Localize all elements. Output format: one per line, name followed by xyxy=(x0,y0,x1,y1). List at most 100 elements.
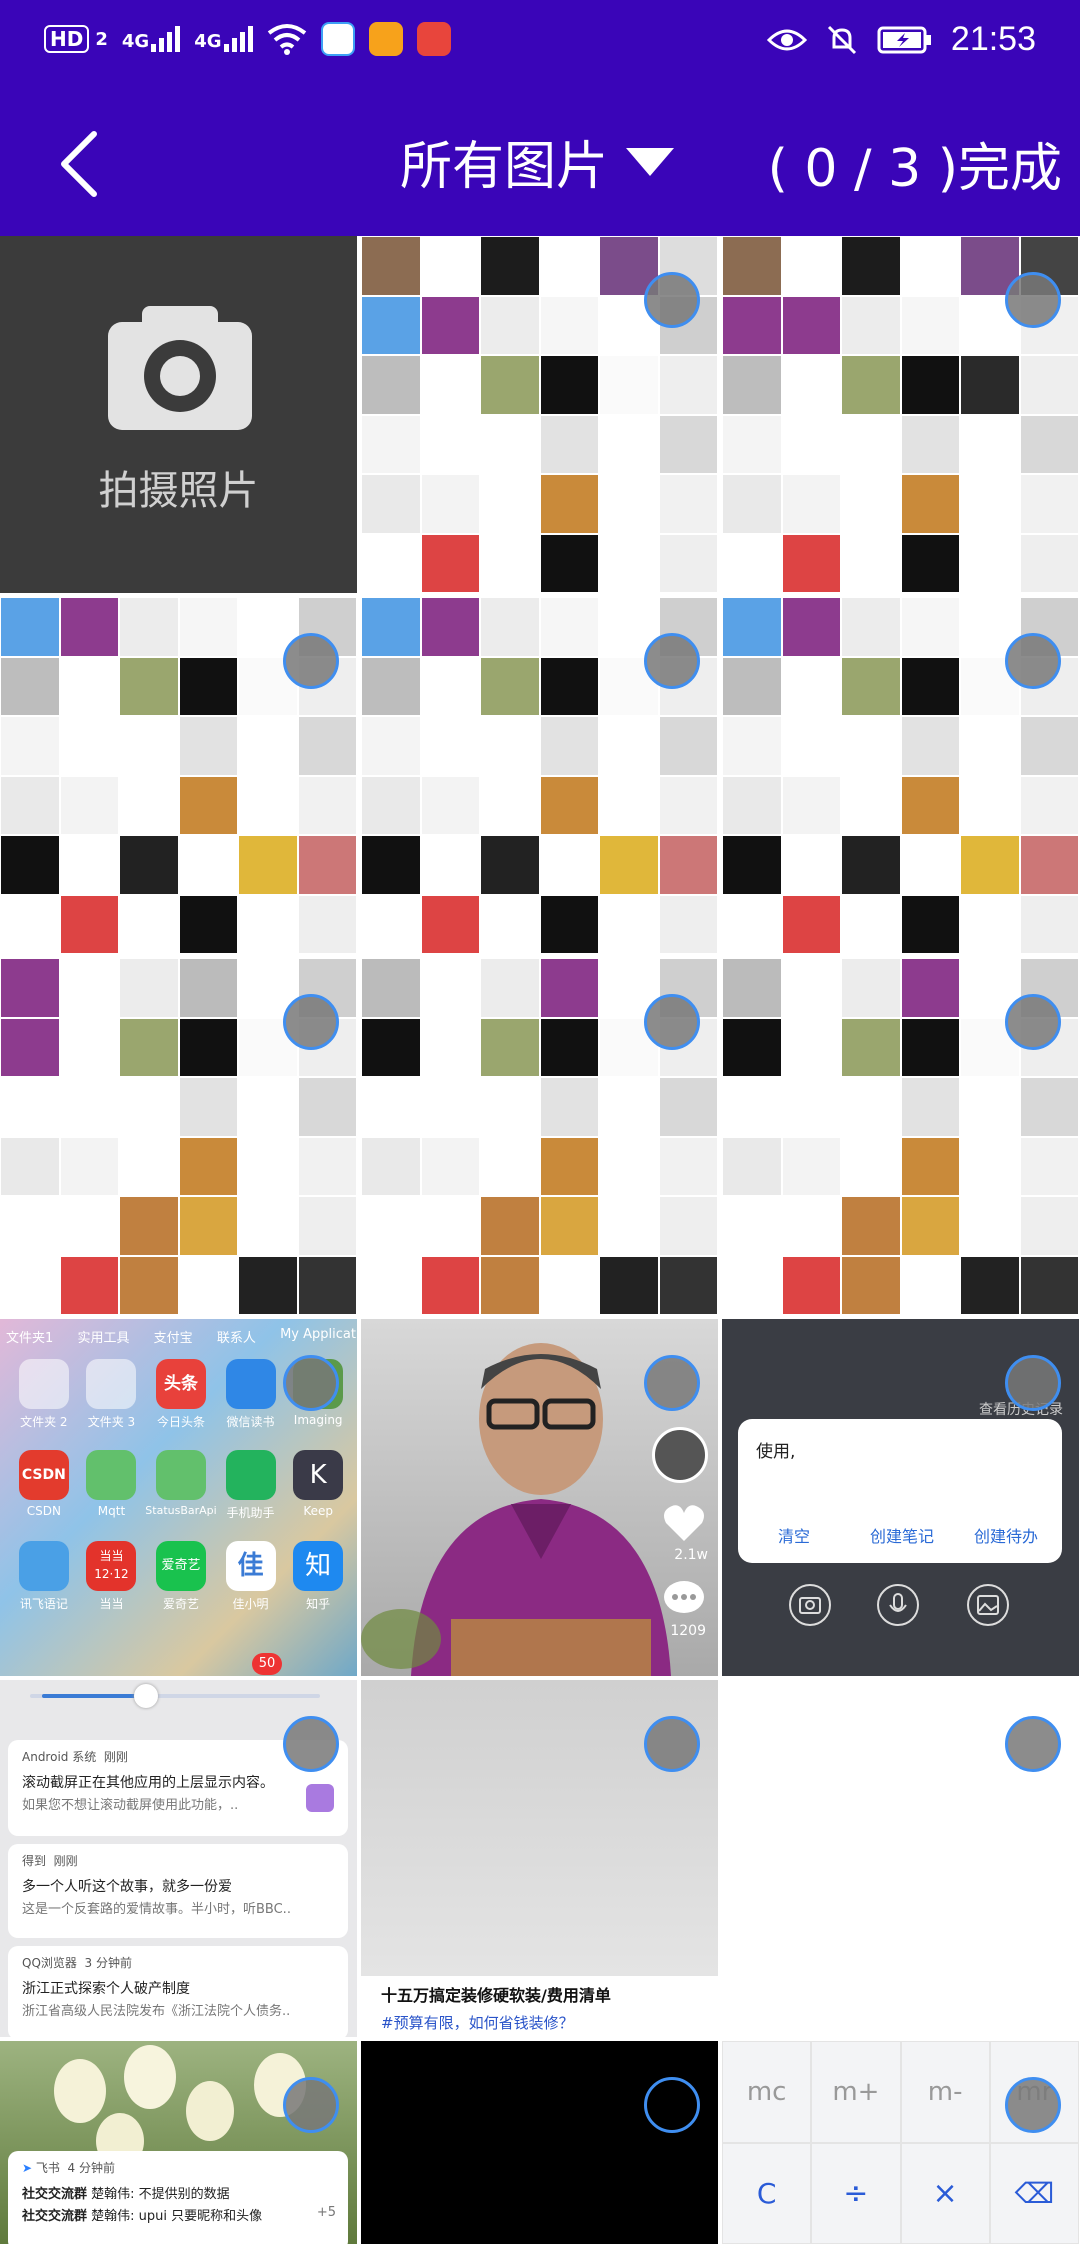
photo-thumbnail[interactable] xyxy=(0,958,357,1315)
signal-1-icon: 4G xyxy=(121,26,181,52)
status-left-icons: HD 2 4G 4G xyxy=(44,22,451,56)
like-count: 2.1w xyxy=(674,1547,708,1563)
photo-thumbnail[interactable] xyxy=(722,1680,1079,2037)
done-button[interactable]: ( 0 / 3 )完成 xyxy=(768,126,1062,201)
comment-icon xyxy=(664,1581,704,1613)
photo-thumbnail[interactable]: 文件夹1 实用工具 支付宝 联系人 My Applicat 文件夹 2 文件夹 … xyxy=(0,1319,357,1676)
select-circle[interactable] xyxy=(1005,1716,1061,1772)
comment-count: 1209 xyxy=(670,1623,706,1639)
select-circle[interactable] xyxy=(1005,1355,1061,1411)
note-input: 使用, xyxy=(756,1442,796,1462)
photo-thumbnail[interactable]: 查看历史记录 使用, 清空 创建笔记 创建待办 xyxy=(722,1319,1079,1676)
select-circle[interactable] xyxy=(644,1716,700,1772)
camera-icon xyxy=(789,1584,831,1626)
select-circle[interactable] xyxy=(1005,2077,1061,2133)
select-circle[interactable] xyxy=(1005,633,1061,689)
image-icon xyxy=(967,1584,1009,1626)
app-toutiao: 头条 今日头条 xyxy=(145,1359,216,1430)
photo-thumbnail[interactable] xyxy=(0,597,357,954)
battery-charging-icon xyxy=(877,26,931,53)
app-label: 支付宝 xyxy=(153,1331,193,1346)
create-todo-button: 创建待办 xyxy=(974,1527,1039,1546)
back-button[interactable] xyxy=(50,128,110,200)
photo-thumbnail[interactable]: 十五万搞定装修硬软装/费用清单 #预算有限，如何省钱装修？ xyxy=(361,1680,718,2037)
select-circle[interactable] xyxy=(644,272,700,328)
slider-thumb xyxy=(134,1684,158,1708)
network-type-1: 4G xyxy=(121,31,150,52)
photo-thumbnail[interactable]: ➤ 飞书 4 分钟前 社交交流群 楚翰伟: 不提供别的数据 社交交流群 楚翰伟:… xyxy=(0,2041,357,2244)
dropdown-triangle-icon xyxy=(626,147,675,176)
select-circle[interactable] xyxy=(644,994,700,1050)
clock: 21:53 xyxy=(950,20,1036,58)
app-phone-assistant: 手机助手 xyxy=(217,1450,285,1521)
app-keep: K Keep xyxy=(284,1450,352,1521)
app-label: 文件夹1 xyxy=(6,1331,54,1346)
status-right-icons: 21:53 xyxy=(766,20,1036,59)
hd-voice-icon: HD xyxy=(44,25,90,53)
select-circle[interactable] xyxy=(1005,272,1061,328)
microphone-icon xyxy=(877,1584,919,1626)
notification-app-icon-1 xyxy=(320,22,355,56)
photo-thumbnail[interactable] xyxy=(722,597,1079,954)
select-circle[interactable] xyxy=(283,2077,339,2133)
select-circle[interactable] xyxy=(283,1716,339,1772)
notification-app-icon-3 xyxy=(416,22,451,56)
album-selector[interactable]: 所有图片 xyxy=(400,124,675,199)
photo-thumbnail[interactable] xyxy=(722,236,1079,593)
select-circle[interactable] xyxy=(644,633,700,689)
eye-comfort-icon xyxy=(766,29,807,50)
create-note-button: 创建笔记 xyxy=(870,1527,935,1546)
app-bar: 所有图片 ( 0 / 3 )完成 xyxy=(0,88,1080,236)
photo-thumbnail[interactable] xyxy=(361,958,718,1315)
page-title: 所有图片 xyxy=(400,137,609,197)
article-title: 十五万搞定装修硬软装/费用清单 xyxy=(381,1986,611,2005)
select-circle[interactable] xyxy=(644,2077,700,2133)
photo-thumbnail[interactable] xyxy=(722,958,1079,1315)
notification-badge: 50 xyxy=(252,1653,282,1675)
photo-thumbnail[interactable]: 2.1w 1209 xyxy=(361,1319,718,1676)
signal-2-icon: 4G xyxy=(194,26,253,52)
notification-card: ➤ 飞书 4 分钟前 社交交流群 楚翰伟: 不提供别的数据 社交交流群 楚翰伟:… xyxy=(8,2151,348,2244)
take-photo-cell[interactable]: 拍摄照片 xyxy=(0,236,357,593)
photo-thumbnail[interactable] xyxy=(361,236,718,593)
photo-thumbnail[interactable]: Android 系统 刚刚 滚动截屏正在其他应用的上层显示内容。 如果您不想让滚… xyxy=(0,1680,357,2037)
photo-grid: 拍摄照片 文件夹1 实用工具 支付宝 联系人 My Applicat 文件夹 2… xyxy=(0,236,1080,2244)
notification-app-icon-2 xyxy=(368,22,403,56)
app-csdn: CSDN CSDN xyxy=(10,1450,78,1521)
app-mqtt: Mqtt xyxy=(78,1450,146,1521)
take-photo-label: 拍摄照片 xyxy=(98,468,259,514)
select-circle[interactable] xyxy=(283,994,339,1050)
app-label: 联系人 xyxy=(216,1331,256,1346)
home-top-row: 文件夹1 实用工具 支付宝 联系人 My Applicat xyxy=(6,1327,356,1346)
notification-card: QQ浏览器 3 分钟前 浙江正式探索个人破产制度 浙江省高级人民法院发布《浙江法… xyxy=(8,1946,348,2037)
mute-bell-icon xyxy=(827,25,856,54)
network-type-2: 4G xyxy=(194,31,222,52)
sim-indicator: 2 xyxy=(95,28,108,50)
screenshot-app-icon xyxy=(306,1784,334,1812)
like-icon xyxy=(664,1505,704,1541)
wifi-icon xyxy=(267,24,306,55)
select-circle[interactable] xyxy=(283,633,339,689)
clear-button: 清空 xyxy=(778,1527,811,1546)
select-circle[interactable] xyxy=(644,1355,700,1411)
app-label: My Applicat xyxy=(280,1327,356,1342)
app-dangdang: 当当 12·12 当当 xyxy=(78,1541,146,1612)
app-folder-2: 文件夹 2 xyxy=(10,1359,78,1430)
photo-thumbnail[interactable] xyxy=(361,597,718,954)
photo-thumbnail[interactable]: mc m+ m- mr C ÷ × ⌫ xyxy=(722,2041,1079,2244)
app-weread: 微信读书 xyxy=(217,1359,285,1430)
photo-thumbnail[interactable] xyxy=(361,2041,718,2244)
app-statusbarapi: StatusBarApi xyxy=(145,1450,217,1521)
notification-card: 得到 刚刚 多一个人听这个故事，就多一份爱 这是一个反套路的爱情故事。半小时，听… xyxy=(8,1844,348,1938)
select-circle[interactable] xyxy=(283,1355,339,1411)
app-label: 实用工具 xyxy=(77,1331,130,1346)
select-circle[interactable] xyxy=(1005,994,1061,1050)
status-bar: HD 2 4G 4G 21:53 xyxy=(0,0,1080,88)
app-folder-3: 文件夹 3 xyxy=(78,1359,146,1430)
author-avatar xyxy=(652,1427,708,1483)
app-iqiyi: 爱奇艺 爱奇艺 xyxy=(145,1541,216,1612)
app-zhihu: 知知乎 xyxy=(284,1541,352,1612)
app-jiaxiaoming: 佳佳小明 xyxy=(217,1541,285,1612)
note-card: 使用, 清空 创建笔记 创建待办 xyxy=(738,1419,1062,1563)
article-tag: #预算有限，如何省钱装修？ xyxy=(381,2014,574,2032)
